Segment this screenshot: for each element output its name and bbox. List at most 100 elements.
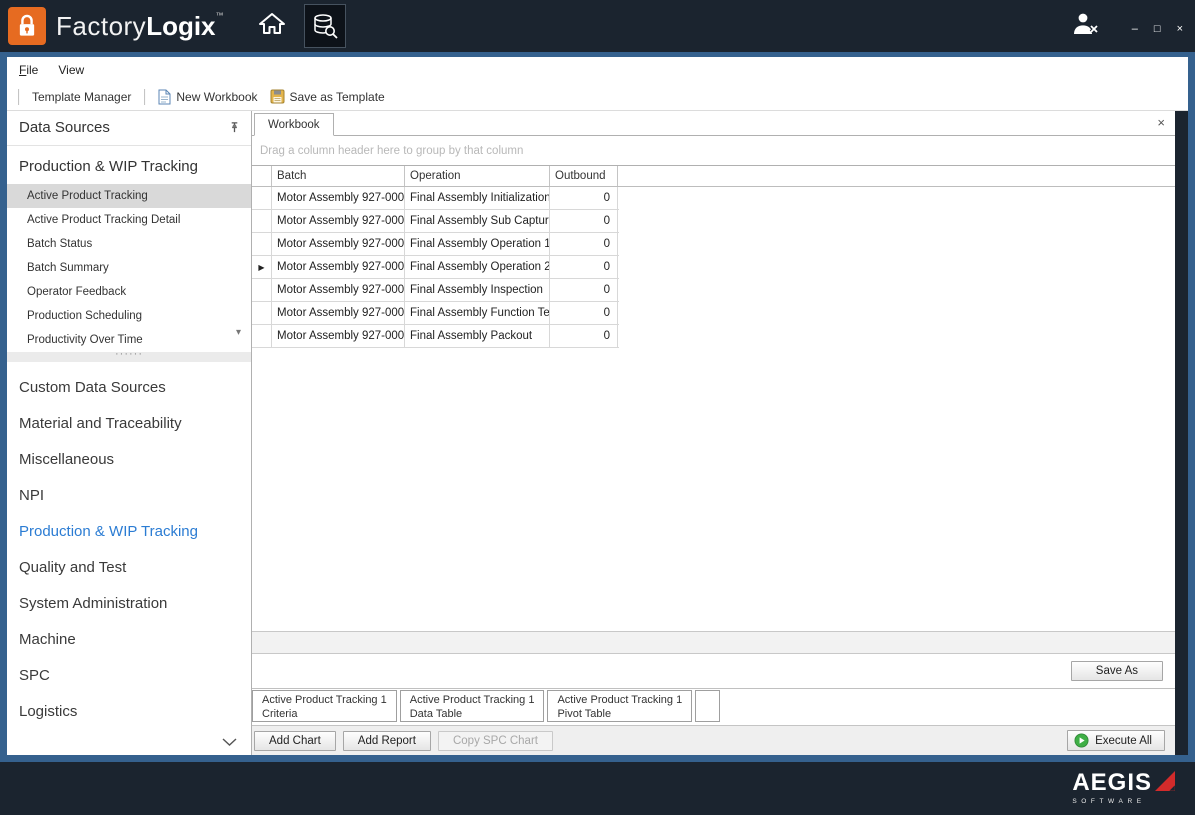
maximize-button[interactable]: □ — [1154, 24, 1161, 35]
app-content: File View Template Manager New Workbook — [7, 57, 1188, 755]
data-sources-header: Data Sources — [7, 111, 251, 146]
cell-batch: Motor Assembly 927-0003 — [272, 256, 405, 278]
toolbar: Template Manager New Workbook — [7, 83, 1188, 111]
table-row[interactable]: Motor Assembly 927-0003 Final Assembly F… — [252, 302, 619, 325]
add-report-button[interactable]: Add Report — [343, 731, 431, 751]
tab-workbook[interactable]: Workbook — [254, 113, 334, 136]
titlebar: FactoryLogix™ — [0, 0, 1195, 52]
window-controls: – □ × — [1132, 18, 1183, 35]
tab-line2: Pivot Table — [557, 707, 682, 721]
brand-trademark: ™ — [216, 11, 224, 20]
workbook-tabbar: Workbook × — [252, 111, 1175, 136]
cell-outbound: 0 — [550, 210, 618, 232]
table-row-selected[interactable]: ▶ Motor Assembly 927-0003 Final Assembly… — [252, 256, 619, 279]
category-spc[interactable]: SPC — [7, 658, 251, 694]
category-machine[interactable]: Machine — [7, 622, 251, 658]
tab-close-icon[interactable]: × — [1157, 116, 1165, 129]
list-item-batch-summary[interactable]: Batch Summary — [7, 256, 251, 280]
cell-operation: Final Assembly Function Test — [405, 302, 550, 324]
category-material-and-traceability[interactable]: Material and Traceability — [7, 406, 251, 442]
list-item-batch-status[interactable]: Batch Status — [7, 232, 251, 256]
execute-all-button[interactable]: Execute All — [1067, 730, 1165, 751]
pin-icon[interactable] — [228, 121, 241, 134]
table-row[interactable]: Motor Assembly 927-0003 Final Assembly P… — [252, 325, 619, 348]
category-npi[interactable]: NPI — [7, 478, 251, 514]
factorylogix-logo-icon — [8, 7, 46, 45]
menu-view[interactable]: View — [58, 63, 84, 77]
copy-spc-chart-button[interactable]: Copy SPC Chart — [438, 731, 553, 751]
list-resize-handle[interactable]: ······ — [7, 352, 251, 362]
close-button[interactable]: × — [1177, 24, 1183, 35]
row-indicator — [252, 302, 272, 324]
header-filler — [618, 166, 1175, 186]
category-miscellaneous[interactable]: Miscellaneous — [7, 442, 251, 478]
sidebar-scroll-down-icon[interactable] — [222, 738, 237, 747]
app-brand: FactoryLogix™ — [56, 11, 224, 42]
data-sources-panel: Data Sources Production & WIP Tracking A… — [7, 111, 252, 755]
data-analysis-button[interactable] — [304, 4, 346, 48]
home-button[interactable] — [252, 5, 292, 47]
horizontal-scrollbar[interactable] — [252, 631, 1175, 653]
database-search-icon — [312, 13, 338, 39]
minimize-button[interactable]: – — [1132, 24, 1138, 35]
column-header-operation[interactable]: Operation — [405, 166, 550, 186]
list-item-active-product-tracking[interactable]: Active Product Tracking — [7, 184, 251, 208]
category-system-administration[interactable]: System Administration — [7, 586, 251, 622]
group-by-bar[interactable]: Drag a column header here to group by th… — [252, 136, 1175, 166]
category-production-wip-tracking[interactable]: Production & WIP Tracking — [7, 514, 251, 550]
footer-bar: AEGIS SOFTWARE — [0, 762, 1195, 815]
row-indicator — [252, 233, 272, 255]
cell-batch: Motor Assembly 927-0003 — [272, 233, 405, 255]
grid-header-row: Batch Operation Outbound — [252, 166, 1175, 187]
cell-outbound: 0 — [550, 256, 618, 278]
main-area: Data Sources Production & WIP Tracking A… — [7, 111, 1188, 755]
app-window: FactoryLogix™ — [0, 0, 1195, 815]
category-custom-data-sources[interactable]: Custom Data Sources — [7, 370, 251, 406]
column-header-outbound[interactable]: Outbound — [550, 166, 618, 186]
cell-outbound: 0 — [550, 187, 618, 209]
add-chart-button[interactable]: Add Chart — [254, 731, 336, 751]
aegis-logo: AEGIS SOFTWARE — [1072, 771, 1175, 805]
tab-criteria[interactable]: Active Product Tracking 1 Criteria — [252, 690, 397, 722]
table-row[interactable]: Motor Assembly 927-0003 Final Assembly I… — [252, 187, 619, 210]
list-item-operator-feedback[interactable]: Operator Feedback — [7, 280, 251, 304]
menubar: File View — [7, 57, 1188, 83]
table-row[interactable]: Motor Assembly 927-0003 Final Assembly O… — [252, 233, 619, 256]
user-signout-button[interactable] — [1066, 7, 1104, 46]
menu-file[interactable]: File — [19, 63, 38, 77]
cell-operation: Final Assembly Operation 2 — [405, 256, 550, 278]
cell-batch: Motor Assembly 927-0003 — [272, 325, 405, 347]
window-frame: File View Template Manager New Workbook — [0, 52, 1195, 762]
cell-operation: Final Assembly Packout — [405, 325, 550, 347]
category-logistics[interactable]: Logistics — [7, 694, 251, 730]
new-workbook-button[interactable]: New Workbook — [152, 86, 263, 108]
execute-all-label: Execute All — [1095, 735, 1152, 747]
column-header-batch[interactable]: Batch — [272, 166, 405, 186]
cell-outbound: 0 — [550, 325, 618, 347]
template-manager-button[interactable]: Template Manager — [26, 87, 137, 107]
save-as-template-button[interactable]: Save as Template — [264, 86, 391, 107]
tab-data-table[interactable]: Active Product Tracking 1 Data Table — [400, 690, 545, 722]
list-item-active-product-tracking-detail[interactable]: Active Product Tracking Detail — [7, 208, 251, 232]
cell-outbound: 0 — [550, 233, 618, 255]
execute-icon — [1074, 733, 1089, 748]
row-indicator — [252, 187, 272, 209]
save-template-icon — [270, 89, 285, 104]
table-row[interactable]: Motor Assembly 927-0003 Final Assembly I… — [252, 279, 619, 302]
sidebar-group-title: Production & WIP Tracking — [7, 146, 251, 184]
toolbar-separator — [18, 89, 19, 105]
list-scroll-down-icon[interactable]: ▾ — [236, 327, 241, 338]
brand-factory: Factory — [56, 11, 146, 41]
table-row[interactable]: Motor Assembly 927-0003 Final Assembly S… — [252, 210, 619, 233]
category-quality-and-test[interactable]: Quality and Test — [7, 550, 251, 586]
list-item-productivity-over-time[interactable]: Productivity Over Time — [7, 328, 251, 352]
tab-stub[interactable] — [695, 690, 720, 722]
vertical-scrollbar[interactable] — [1175, 111, 1188, 755]
aegis-wordmark: AEGIS — [1072, 771, 1152, 795]
selected-row-marker-icon: ▶ — [252, 256, 272, 278]
list-item-production-scheduling[interactable]: Production Scheduling — [7, 304, 251, 328]
tab-pivot-table[interactable]: Active Product Tracking 1 Pivot Table — [547, 690, 692, 722]
home-icon — [258, 11, 286, 36]
save-as-button[interactable]: Save As — [1071, 661, 1163, 681]
cell-batch: Motor Assembly 927-0003 — [272, 187, 405, 209]
